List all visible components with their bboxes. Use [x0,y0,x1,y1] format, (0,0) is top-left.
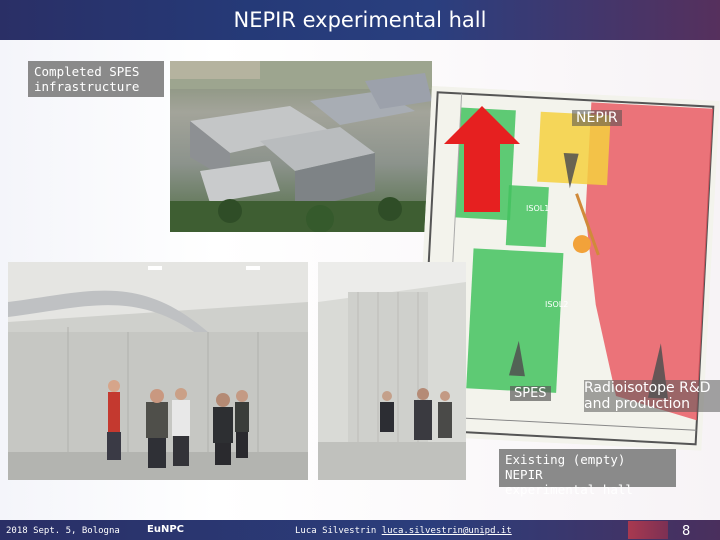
hall-photo-right-drawing [318,262,466,480]
slide-title: NEPIR experimental hall [233,8,487,32]
footer-date: 2018 Sept. 5, Bologna [6,526,120,536]
aerial-photo-drawing [170,61,432,232]
footer-email-link[interactable]: luca.silvestrin@unipd.it [382,526,512,536]
isol2-plan-label: ISOL2 [545,300,569,309]
radioisotope-plan-label: Radioisotope R&D and production [584,380,720,412]
spes-plan-label: SPES [510,386,551,401]
aerial-photo [170,61,432,232]
hall-photo-left [8,262,308,480]
page-number: 8 [682,524,691,539]
footer-author: Luca Silvestrin luca.silvestrin@unipd.it [295,526,512,536]
hall-photo-left-drawing [8,262,308,480]
existing-hall-label: Existing (empty) NEPIR experimental hall [499,449,676,497]
completed-spes-label: Completed SPES infrastructure [28,61,164,97]
hall-photo-right [318,262,466,480]
red-arrow-shape [444,106,520,212]
footer-logo-icon [628,521,668,539]
isol1-plan-label: ISOL1 [526,204,550,213]
footer-author-name: Luca Silvestrin [295,526,377,536]
footer-event-logo: EuNPC [147,524,184,535]
nepir-plan-label: NEPIR [572,110,622,126]
